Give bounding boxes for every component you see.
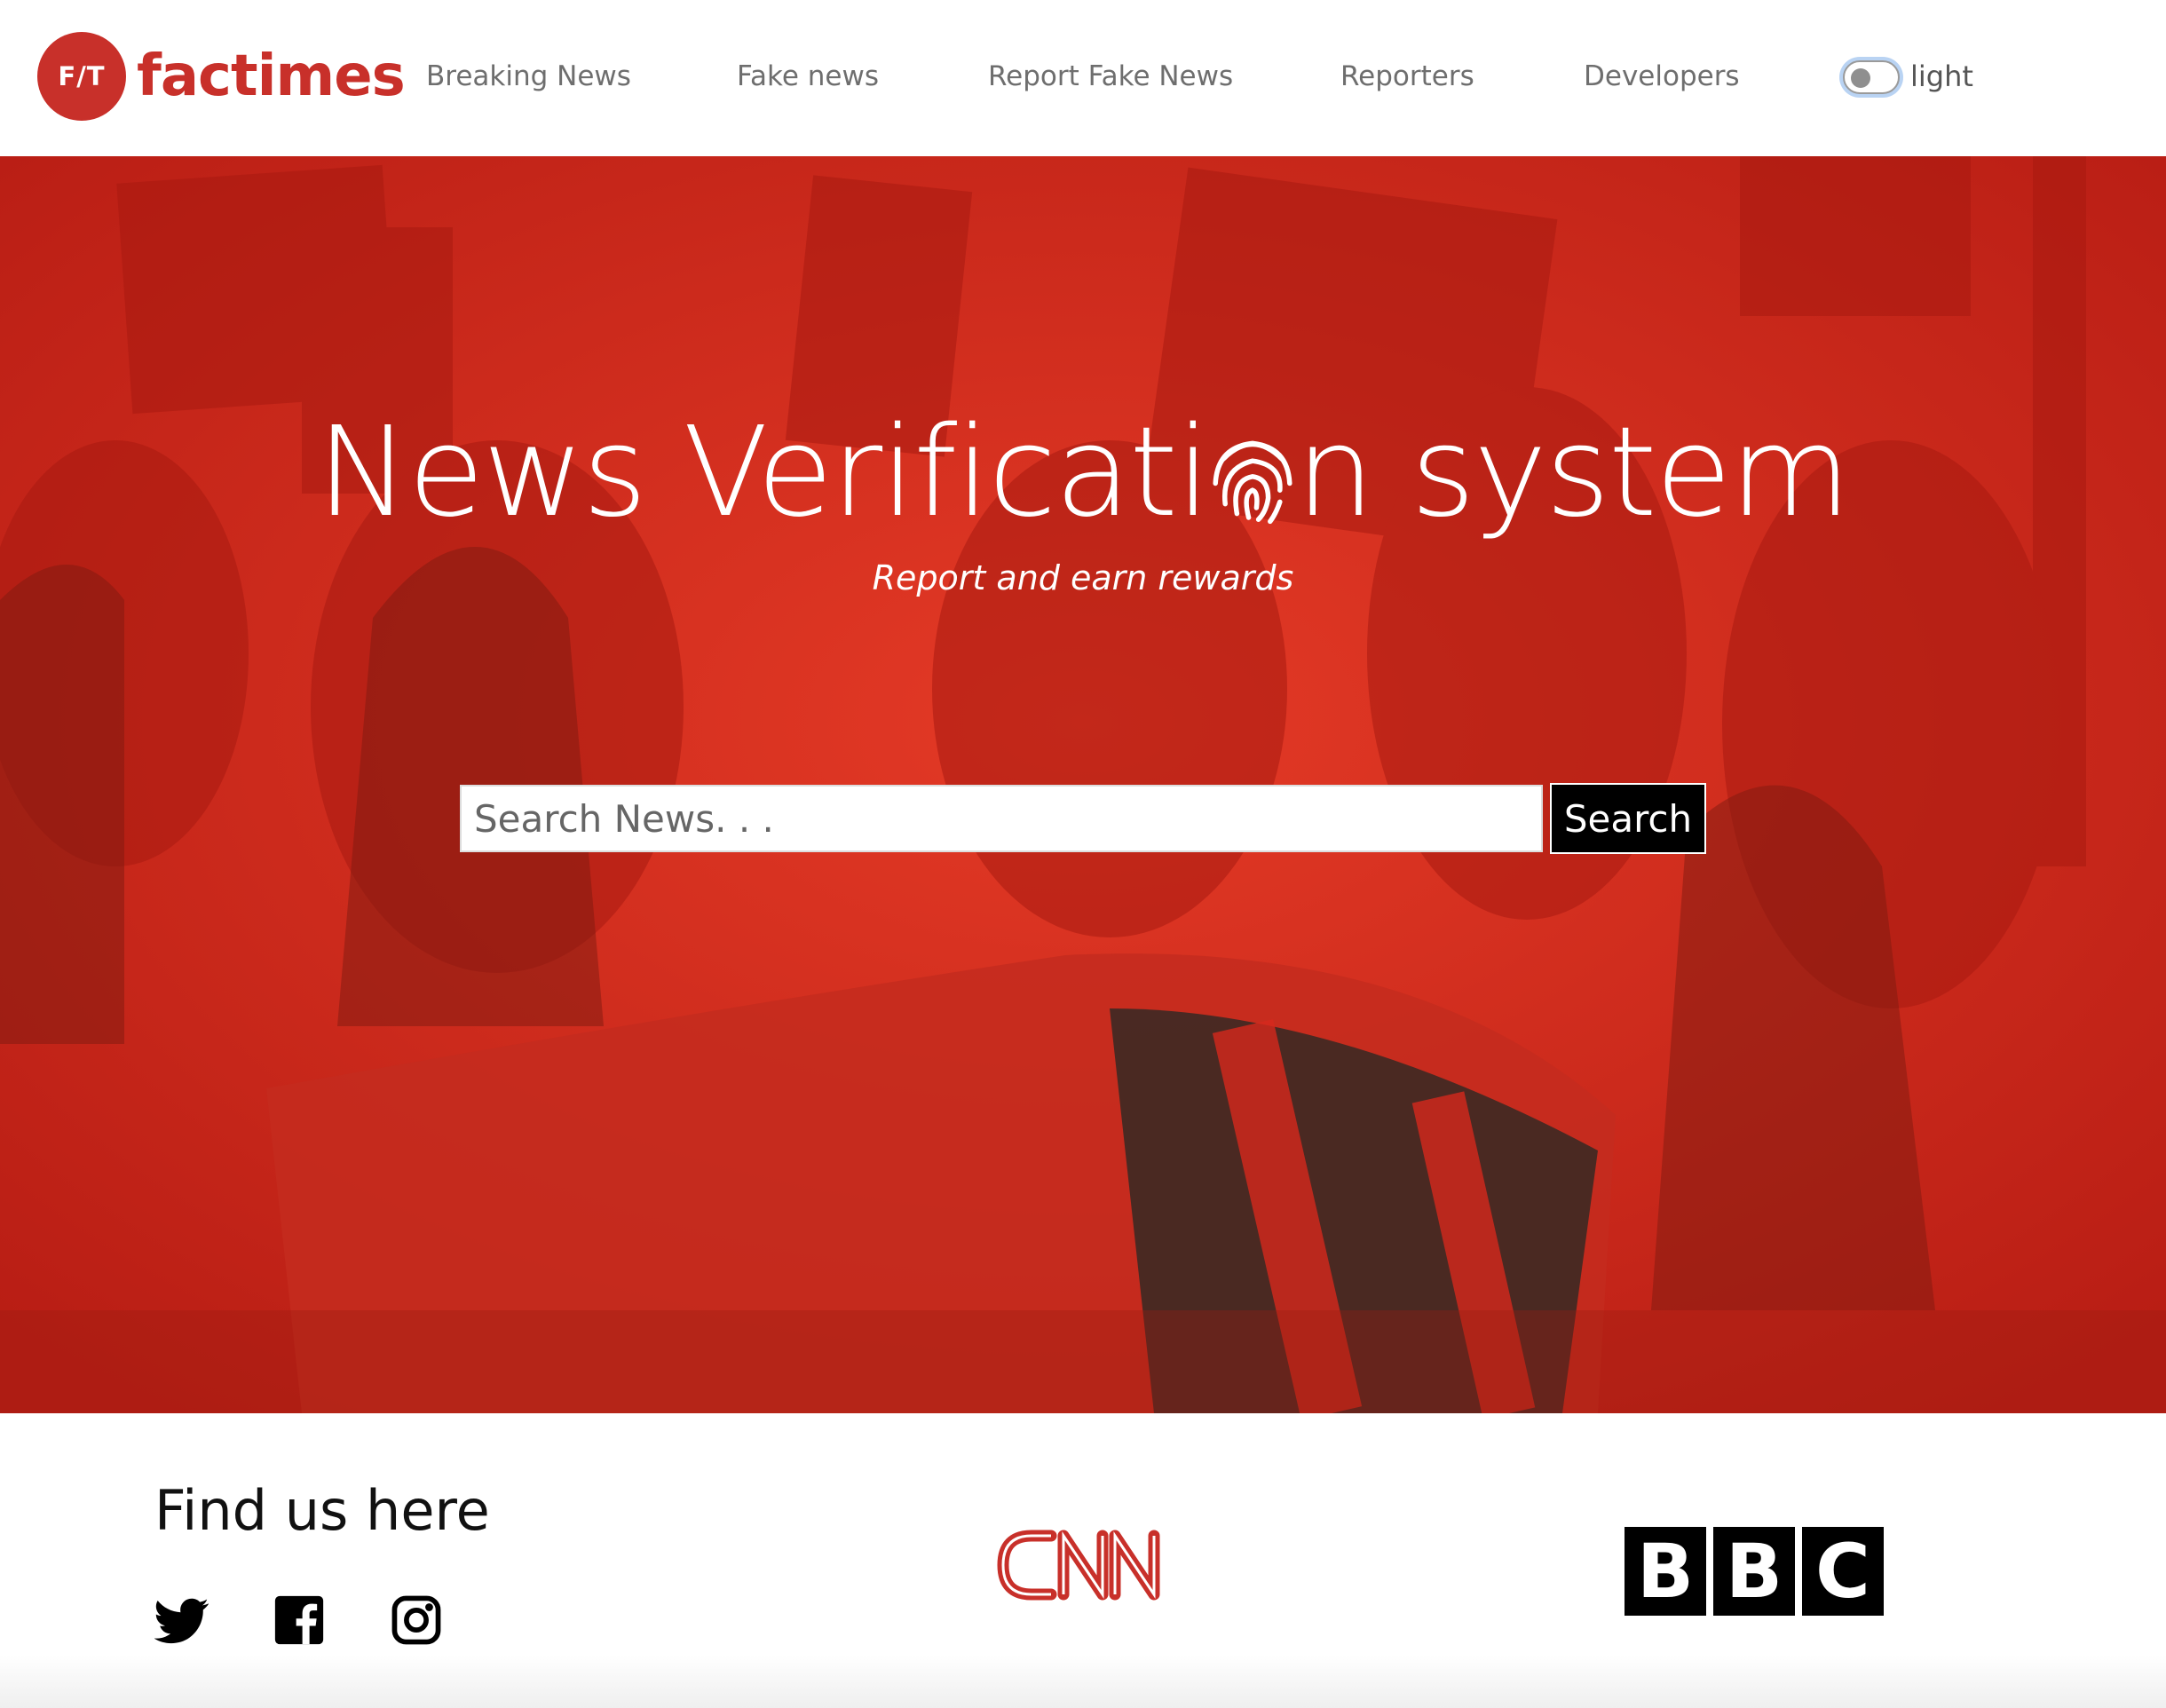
nav-item-reporters[interactable]: Reporters [1340,57,1474,96]
hero-section: News Verificati n system Report and earn… [0,156,2166,1413]
bbc-letter-c: C [1802,1527,1884,1616]
hero-title-end: n system [1295,400,1851,545]
footer-fade [0,1655,2166,1708]
brand-logo[interactable]: F/T factimes [37,32,406,121]
search-input[interactable] [460,785,1543,852]
brand-name: factimes [137,43,406,109]
toggle-knob [1851,68,1870,88]
bbc-letter-b1: B [1624,1527,1706,1616]
theme-toggle-switch[interactable] [1843,60,1900,94]
search-button[interactable]: Search [1550,783,1706,854]
theme-toggle-label: light [1910,59,1973,93]
cnn-logo[interactable] [992,1516,1174,1614]
bbc-letter-b2: B [1713,1527,1795,1616]
hero-title: News Verificati n system [0,398,2166,549]
nav-item-fake-news[interactable]: Fake news [737,57,879,96]
hero-title-start: News Verificati [316,400,1211,545]
instagram-icon[interactable] [389,1593,444,1648]
brand-badge: F/T [37,32,126,121]
nav-item-developers[interactable]: Developers [1584,57,1740,96]
nav-item-report-fake-news[interactable]: Report Fake News [988,57,1233,96]
find-us-heading: Find us here [154,1478,490,1543]
fingerprint-icon [1213,440,1292,525]
nav-item-breaking-news[interactable]: Breaking News [426,57,631,96]
site-header: F/T factimes Breaking News Fake news Rep… [0,0,2166,156]
twitter-icon[interactable] [154,1593,209,1648]
site-footer: Find us here B B C [0,1413,2166,1708]
hero-subtitle: Report and earn rewards [872,558,1294,597]
facebook-icon[interactable] [272,1593,327,1648]
bbc-logo[interactable]: B B C [1624,1527,1884,1616]
